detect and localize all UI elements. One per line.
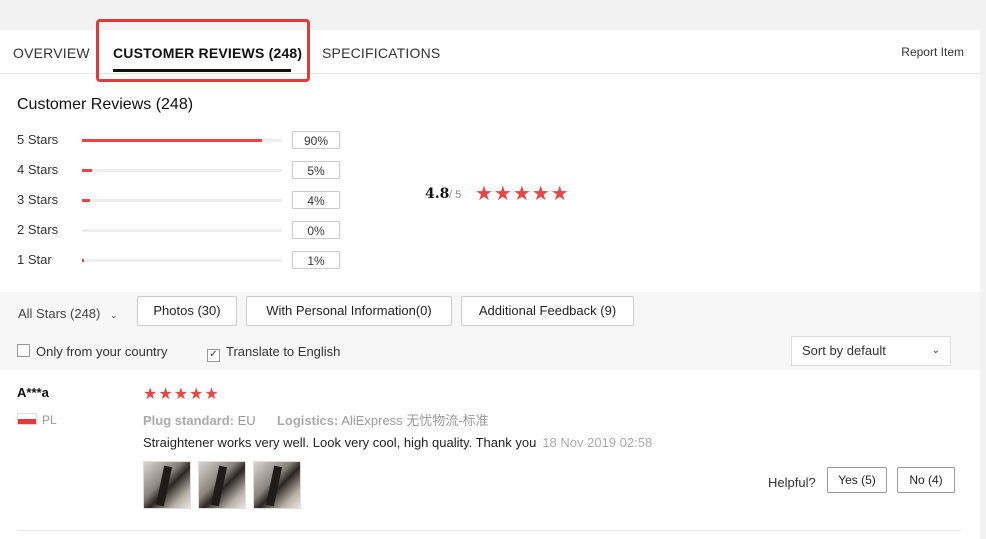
chevron-down-icon: ⌄ <box>931 345 940 356</box>
review-text: Straightener works very well. Look very … <box>143 435 652 450</box>
average-stars-icon: ★★★★★ <box>475 183 570 205</box>
rating-row-label: 1 Star <box>17 252 52 267</box>
rating-row-3: 3 Stars 4% <box>17 190 347 210</box>
rating-bar-fill <box>82 199 90 202</box>
rating-row-5: 5 Stars 90% <box>17 130 347 150</box>
average-rating: 4.8 <box>425 186 450 202</box>
review-photo-thumbnail[interactable] <box>253 461 301 509</box>
rating-bar-fill <box>82 259 85 262</box>
rating-bar-track <box>82 169 282 172</box>
plug-standard-value: EU <box>237 413 256 428</box>
checkbox-unchecked-icon[interactable] <box>17 344 30 357</box>
reviewer-country: PL <box>42 413 57 427</box>
stars-filter-label: All Stars (248) <box>18 306 101 321</box>
helpful-label: Helpful? <box>768 475 816 490</box>
rating-percent: 4% <box>292 191 340 209</box>
tab-specifications[interactable]: SPECIFICATIONS <box>322 45 440 61</box>
chevron-down-icon: ⌄ <box>110 310 118 320</box>
rating-percent: 0% <box>292 221 340 239</box>
highlight-box <box>96 19 310 82</box>
rating-bar-track <box>82 259 282 262</box>
average-rating-max: / 5 <box>449 189 462 201</box>
rating-percent: 90% <box>292 131 340 149</box>
rating-row-label: 5 Stars <box>17 132 59 147</box>
translate-checkbox[interactable]: ✓ Translate to English <box>207 344 340 362</box>
rating-bar-fill <box>82 169 92 172</box>
tab-overview[interactable]: OVERVIEW <box>13 45 90 61</box>
helpful-no-button[interactable]: No (4) <box>897 467 955 493</box>
translate-label: Translate to English <box>226 344 341 359</box>
rating-row-label: 3 Stars <box>17 192 59 207</box>
only-country-checkbox[interactable]: Only from your country <box>17 344 168 359</box>
photos-filter-button[interactable]: Photos (30) <box>137 296 237 326</box>
review-body: Straightener works very well. Look very … <box>143 435 537 450</box>
section-title: Customer Reviews (248) <box>17 96 194 113</box>
rating-bar-track <box>82 199 282 202</box>
only-country-label: Only from your country <box>36 344 168 359</box>
rating-row-4: 4 Stars 5% <box>17 160 347 180</box>
review-meta: Plug standard: EU Logistics: AliExpress … <box>143 410 489 429</box>
additional-feedback-filter-button[interactable]: Additional Feedback (9) <box>461 296 634 326</box>
rating-row-label: 4 Stars <box>17 162 59 177</box>
rating-row-label: 2 Stars <box>17 222 59 237</box>
rating-row-1: 1 Star 1% <box>17 250 347 270</box>
reviewer-name: A***a <box>17 385 49 400</box>
helpful-yes-button[interactable]: Yes (5) <box>827 467 887 493</box>
sort-select[interactable]: Sort by default ⌄ <box>791 336 951 366</box>
rating-bar-track <box>82 229 282 232</box>
rating-percent: 5% <box>292 161 340 179</box>
rating-row-2: 2 Stars 0% <box>17 220 347 240</box>
review-stars-icon: ★★★★★ <box>143 386 220 403</box>
sort-label: Sort by default <box>802 343 886 358</box>
logistics-label: Logistics: <box>276 413 339 428</box>
report-item-link[interactable]: Report Item <box>901 45 964 59</box>
rating-bar-track <box>82 139 282 142</box>
review-photo-thumbnail[interactable] <box>198 461 246 509</box>
stars-filter-select[interactable]: All Stars (248) ⌄ <box>18 306 118 321</box>
rating-percent: 1% <box>292 251 340 269</box>
logistics-value: AliExpress 无忧物流-标准 <box>341 413 489 428</box>
review-divider <box>17 530 961 531</box>
rating-bar-fill <box>82 139 262 142</box>
personal-info-filter-button[interactable]: With Personal Information(0) <box>246 296 452 326</box>
plug-standard-label: Plug standard: <box>143 413 235 428</box>
poland-flag-icon <box>17 413 37 425</box>
review-photo-thumbnail[interactable] <box>143 461 191 509</box>
review-date: 18 Nov 2019 02:58 <box>542 435 653 450</box>
checkbox-checked-icon[interactable]: ✓ <box>207 349 220 362</box>
